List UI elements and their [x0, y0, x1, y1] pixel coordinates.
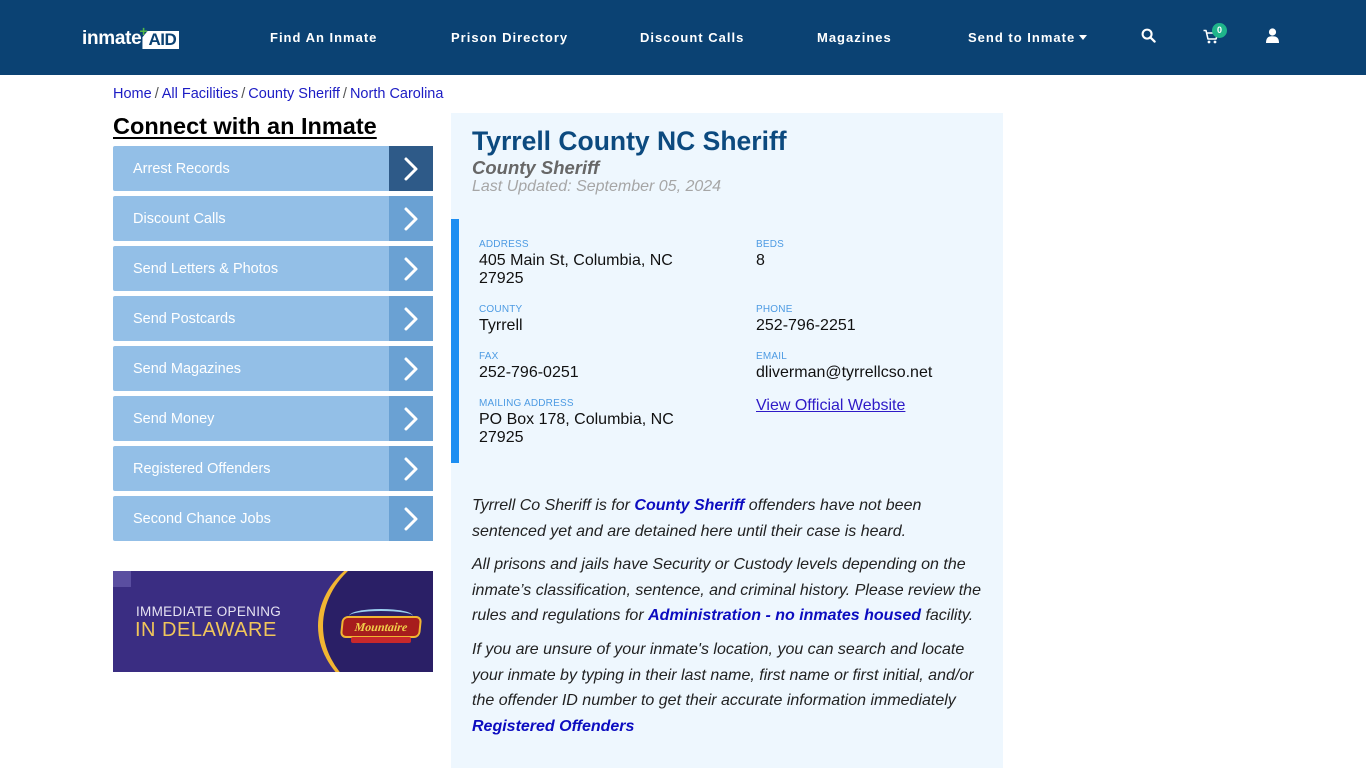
facility-type: County Sheriff — [472, 157, 600, 178]
description-paragraph-2: All prisons and jails have Security or C… — [472, 552, 992, 629]
sidebar-item-label: Arrest Records — [133, 160, 230, 177]
chevron-right-icon — [389, 346, 433, 391]
facility-info-block: ADDRESS 405 Main St, Columbia, NC 27925 … — [451, 219, 1003, 463]
ad-headline: IMMEDIATE OPENING — [136, 604, 282, 619]
sidebar-item-label: Send Money — [133, 410, 215, 427]
logo-aid-wrap: + AID — [139, 24, 180, 50]
view-official-website-link[interactable]: View Official Website — [756, 397, 905, 415]
fax-value: 252-796-0251 — [479, 364, 579, 381]
sidebar-item-label: Send Postcards — [133, 310, 236, 327]
email-value: dliverman@tyrrellcso.net — [756, 364, 933, 381]
last-updated: Last Updated: September 05, 2024 — [472, 178, 722, 195]
field-label: FAX — [479, 351, 499, 362]
facility-panel: Tyrrell County NC Sheriff County Sheriff… — [451, 113, 1003, 768]
nav-magazines[interactable]: Magazines — [817, 30, 892, 46]
ad-logo-tagline — [351, 637, 411, 643]
field-email: EMAIL dliverman@tyrrellcso.net — [756, 351, 932, 382]
sidebar-menu: Arrest Records Discount Calls Send Lette… — [113, 146, 433, 546]
field-website: View Official Website — [756, 397, 905, 415]
breadcrumb-separator: / — [342, 86, 347, 102]
field-county: COUNTY Tyrrell — [479, 304, 523, 335]
sidebar-item-second-chance-jobs[interactable]: Second Chance Jobs — [113, 496, 433, 541]
chevron-right-icon — [389, 446, 433, 491]
breadcrumb: Home / All Facilities / County Sheriff / North… — [113, 86, 443, 102]
chevron-right-icon — [389, 246, 433, 291]
search-icon[interactable] — [1141, 28, 1156, 48]
field-label: PHONE — [756, 304, 793, 315]
county-value: Tyrrell — [479, 317, 523, 334]
sidebar-item-registered-offenders[interactable]: Registered Offenders — [113, 446, 433, 491]
inmateaid-logo[interactable]: inmate + AID — [82, 24, 180, 50]
caret-down-icon — [1079, 35, 1088, 40]
chevron-right-icon — [389, 496, 433, 541]
chevron-right-icon — [389, 396, 433, 441]
chevron-right-icon — [389, 146, 433, 191]
breadcrumb-county-sheriff[interactable]: County Sheriff — [248, 86, 340, 102]
breadcrumb-home[interactable]: Home — [113, 86, 152, 102]
breadcrumb-separator: / — [154, 86, 159, 102]
desc-text: Tyrrell Co Sheriff is for — [472, 497, 635, 514]
mailing-line2: 27925 — [479, 429, 524, 446]
logo-aid-text: AID — [142, 31, 180, 49]
desc-text: facility. — [921, 607, 974, 625]
nav-send-to-inmate-label: Send to Inmate — [968, 30, 1076, 45]
breadcrumb-north-carolina[interactable]: North Carolina — [350, 86, 444, 102]
ad-banner-mountaire[interactable]: IMMEDIATE OPENING IN DELAWARE Mountaire — [113, 571, 433, 672]
mailing-line1: PO Box 178, Columbia, NC — [479, 411, 674, 428]
logo-text: inmate — [82, 28, 142, 49]
field-address: ADDRESS 405 Main St, Columbia, NC 27925 — [479, 239, 673, 288]
connect-with-inmate-heading: Connect with an Inmate — [113, 113, 377, 139]
field-phone: PHONE 252-796-2251 — [756, 304, 856, 335]
field-fax: FAX 252-796-0251 — [479, 351, 579, 382]
sidebar-item-label: Registered Offenders — [133, 460, 271, 477]
field-label: ADDRESS — [479, 239, 529, 250]
nav-discount-calls[interactable]: Discount Calls — [640, 30, 744, 46]
mountaire-logo-text: Mountaire — [353, 619, 409, 634]
sidebar-item-label: Discount Calls — [133, 210, 226, 227]
desc-text: If you are unsure of your inmate's locat… — [472, 641, 974, 710]
sidebar-item-send-postcards[interactable]: Send Postcards — [113, 296, 433, 341]
description-paragraph-1: Tyrrell Co Sheriff is for County Sheriff… — [472, 493, 992, 544]
phone-value: 252-796-2251 — [756, 317, 856, 334]
field-label: COUNTY — [479, 304, 523, 315]
county-sheriff-link[interactable]: County Sheriff — [634, 497, 744, 514]
nav-prison-directory[interactable]: Prison Directory — [451, 30, 568, 46]
sidebar-item-label: Send Magazines — [133, 360, 242, 377]
address-line1: 405 Main St, Columbia, NC — [479, 252, 673, 269]
user-icon[interactable] — [1266, 28, 1279, 48]
ad-subheadline: IN DELAWARE — [135, 619, 277, 641]
chevron-right-icon — [389, 196, 433, 241]
field-mailing-address: MAILING ADDRESS PO Box 178, Columbia, NC… — [479, 398, 674, 447]
nav-send-to-inmate[interactable]: Send to Inmate — [968, 30, 1088, 46]
sidebar-item-label: Send Letters & Photos — [133, 260, 279, 277]
field-label: MAILING ADDRESS — [479, 398, 574, 409]
nav-find-an-inmate[interactable]: Find An Inmate — [270, 30, 377, 46]
sidebar-item-send-letters-photos[interactable]: Send Letters & Photos — [113, 246, 433, 291]
ad-decor-square — [113, 571, 131, 587]
address-line2: 27925 — [479, 270, 524, 287]
chevron-right-icon — [389, 296, 433, 341]
registered-offenders-link[interactable]: Registered Offenders — [472, 718, 634, 735]
sidebar-item-discount-calls[interactable]: Discount Calls — [113, 196, 433, 241]
administration-link[interactable]: Administration - no inmates housed — [648, 607, 921, 624]
field-beds: BEDS 8 — [756, 239, 784, 270]
sidebar-item-send-magazines[interactable]: Send Magazines — [113, 346, 433, 391]
sidebar-item-arrest-records[interactable]: Arrest Records — [113, 146, 433, 191]
field-label: BEDS — [756, 239, 785, 250]
field-label: EMAIL — [756, 351, 788, 362]
breadcrumb-separator: / — [241, 86, 246, 102]
breadcrumb-all-facilities[interactable]: All Facilities — [162, 86, 239, 102]
mountaire-logo: Mountaire — [339, 616, 423, 638]
description-paragraph-3: If you are unsure of your inmate's locat… — [472, 637, 992, 740]
navbar: inmate + AID Find An Inmate Prison Direc… — [0, 0, 1366, 75]
sidebar-item-send-money[interactable]: Send Money — [113, 396, 433, 441]
cart-count-badge: 0 — [1212, 23, 1227, 38]
sidebar-item-label: Second Chance Jobs — [133, 510, 271, 527]
beds-value: 8 — [756, 252, 765, 269]
facility-title: Tyrrell County NC Sheriff — [472, 126, 787, 156]
